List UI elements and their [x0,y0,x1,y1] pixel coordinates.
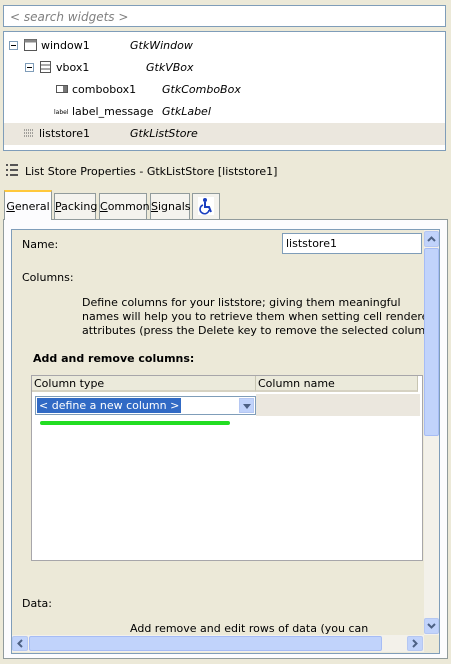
tab-mnemonic: S [151,200,158,213]
tree-row-liststore1[interactable]: liststore1 GtkListStore [4,123,445,145]
chevron-left-icon [17,639,23,648]
vertical-scrollbar[interactable] [424,230,439,635]
columns-description-line: names will help you to retrieve them whe… [82,310,433,323]
tab-mnemonic: G [6,200,15,213]
tab-signals[interactable]: Signals [150,193,191,219]
combo-value: < define a new column > [37,398,182,413]
tab-mnemonic: C [100,200,108,213]
tab-label: acking [61,200,98,213]
data-label: Data: [22,597,52,610]
column-header-type[interactable]: Column type [32,376,256,392]
chevron-right-icon [412,639,418,648]
vbox-icon [40,61,51,73]
columns-table[interactable]: Column type Column name < define a new c… [31,375,423,561]
tree-type: GtkVBox [146,61,194,74]
scroll-right-button[interactable] [407,636,423,651]
search-input[interactable]: < search widgets > [3,5,446,27]
tree-row-combobox1[interactable]: combobox1 GtkComboBox [4,79,445,101]
tree-name: vbox1 [56,61,90,74]
tab-label: ignals [157,200,191,213]
properties-title: List Store Properties - GtkListStore [li… [25,165,278,178]
search-placeholder: < search widgets > [10,10,129,24]
tab-common[interactable]: Common [99,193,150,219]
tree-type: GtkWindow [130,39,193,52]
tab-general[interactable]: General [4,190,52,220]
collapse-icon[interactable] [9,41,18,50]
window-icon [24,39,37,51]
horizontal-scroll-thumb[interactable] [29,636,382,651]
columns-description-line: attributes (press the Delete key to remo… [82,324,437,337]
chevron-down-icon [427,623,436,629]
name-label: Name: [22,238,59,251]
table-row[interactable] [256,394,420,416]
scroll-left-button[interactable] [12,636,28,651]
scroll-down-button[interactable] [424,618,439,634]
label-icon: label [54,108,68,114]
column-header-name[interactable]: Column name [256,376,418,392]
widget-tree[interactable]: window1 GtkWindow vbox1 GtkVBox combobox… [3,31,446,151]
add-remove-columns-title: Add and remove columns: [33,352,195,365]
vertical-scroll-thumb[interactable] [424,248,439,436]
tree-name: combobox1 [72,83,137,96]
properties-icon [6,164,18,176]
tab-packing[interactable]: Packing [54,193,98,219]
combobox-icon [56,85,68,93]
liststore-icon [24,129,34,137]
tree-row-label-message[interactable]: label label_message GtkLabel [4,101,445,123]
highlight-underline [40,421,230,425]
tree-name: liststore1 [39,127,90,140]
tree-row-vbox1[interactable]: vbox1 GtkVBox [4,57,445,79]
columns-label: Columns: [22,271,74,284]
tree-type: GtkComboBox [162,83,241,96]
name-value: liststore1 [286,237,337,250]
tree-type: GtkListStore [130,127,198,140]
chevron-up-icon [427,236,436,242]
data-description: Add remove and edit rows of data (you ca… [130,622,369,635]
column-type-combo[interactable]: < define a new column > [35,396,256,415]
collapse-icon[interactable] [25,63,34,72]
horizontal-scrollbar[interactable] [12,635,424,652]
chevron-down-icon[interactable] [239,398,254,413]
name-field[interactable]: liststore1 [282,233,422,254]
tree-row-window1[interactable]: window1 GtkWindow [4,35,445,57]
svg-text:label: label [54,109,68,114]
tab-label: ommon [107,200,150,213]
columns-description-line: Define columns for your liststore; givin… [82,296,401,309]
tab-label: eneral [14,200,50,213]
tree-name: window1 [41,39,90,52]
tree-type: GtkLabel [162,105,211,118]
scroll-up-button[interactable] [424,231,439,247]
wheelchair-icon [198,197,214,215]
tree-name: label_message [72,105,154,118]
tab-accessibility[interactable] [192,193,220,219]
